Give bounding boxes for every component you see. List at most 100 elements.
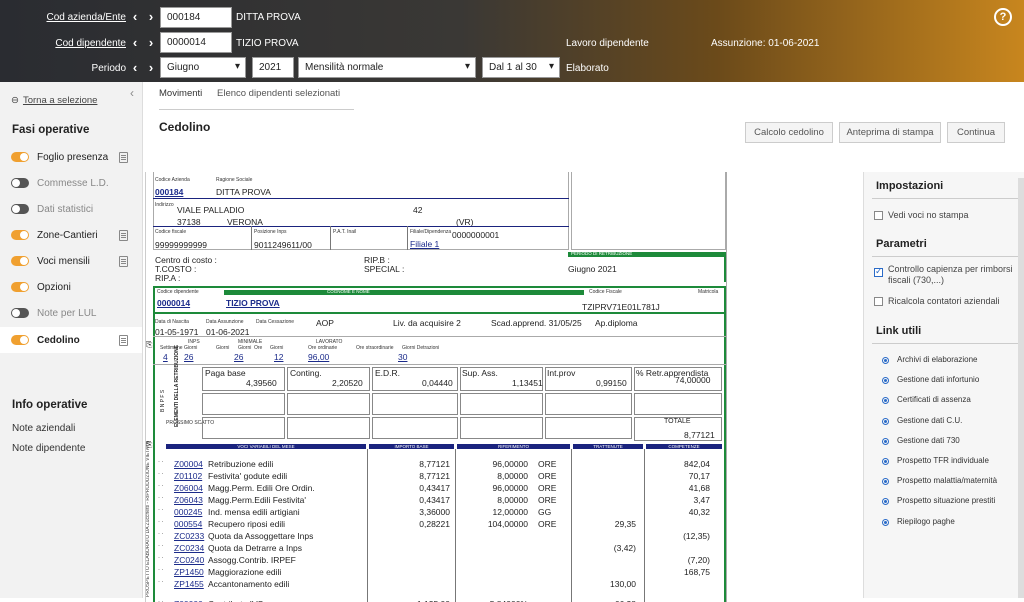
info-operative-title: Info operative	[12, 399, 88, 411]
sidebar-item-foglio-presenza[interactable]: Foglio presenza	[0, 144, 142, 170]
calcolo-cedolino-button[interactable]: Calcolo cedolino	[745, 122, 833, 143]
sidebar-item-commesse[interactable]: Commesse L.D.	[0, 170, 142, 196]
voce-importo: 8,77121	[419, 471, 450, 481]
copy-icon[interactable]: ⎘	[146, 440, 152, 450]
sidebar-item-note-lul[interactable]: Note per LUL	[0, 300, 142, 326]
n-ore-lav: 96,00	[308, 352, 330, 362]
link-item[interactable]: Gestione dati infortunio	[897, 375, 979, 384]
voce-code[interactable]: Z00004	[174, 459, 203, 469]
sidebar-item-label: Cedolino	[37, 334, 80, 346]
divider	[724, 252, 726, 282]
link-item[interactable]: Prospetto malattia/maternità	[897, 476, 997, 485]
link-item[interactable]: Prospetto situazione prestiti	[897, 496, 995, 505]
chevron-left-icon[interactable]: ‹	[130, 9, 140, 24]
voce-riferimento: 96,00000	[492, 483, 528, 493]
anno-input[interactable]: 2021	[252, 57, 294, 78]
cod-azienda-input[interactable]: 000184	[160, 7, 232, 28]
link-item[interactable]: Prospetto TFR individuale	[897, 456, 989, 465]
voce-code[interactable]: ZP1450	[174, 567, 204, 577]
collapse-sidebar-icon[interactable]: ‹	[130, 86, 134, 100]
chevron-right-icon[interactable]: ›	[146, 35, 156, 50]
retr-app-value: 74,00000	[675, 375, 711, 385]
voce-code[interactable]: ZP1455	[174, 579, 204, 589]
sidebar-item-opzioni[interactable]: Opzioni	[0, 274, 142, 300]
link-item[interactable]: Riepilogo paghe	[897, 517, 955, 526]
tab-elenco-dipendenti[interactable]: Elenco dipendenti selezionati	[217, 88, 340, 99]
cod-dipendente-input[interactable]: 0000014	[160, 32, 232, 53]
info-item-note-aziendali[interactable]: Note aziendali	[12, 423, 75, 434]
chevron-right-icon[interactable]: ›	[146, 60, 156, 75]
anteprima-stampa-button[interactable]: Anteprima di stampa	[839, 122, 941, 143]
voce-desc: Quota da Assoggettare Inps	[208, 531, 314, 541]
toggle-on-icon[interactable]	[11, 256, 29, 266]
toggle-off-icon[interactable]	[11, 204, 29, 214]
document-icon[interactable]	[119, 255, 128, 267]
giorni-select[interactable]: Dal 1 al 30	[482, 57, 560, 78]
voce-code[interactable]: 000554	[174, 519, 202, 529]
assunzione-info: Assunzione: 01-06-2021	[711, 38, 820, 49]
copy-icon[interactable]: ⎘	[146, 340, 152, 350]
voce-code[interactable]: Z06004	[174, 483, 203, 493]
scrollbar[interactable]	[1018, 178, 1024, 598]
periodo-value: Giugno 2021	[568, 264, 617, 274]
voce-code[interactable]: ZC0233	[174, 531, 204, 541]
link-item[interactable]: Certificati di assenza	[897, 395, 971, 404]
divider	[153, 364, 726, 365]
document-icon[interactable]	[119, 151, 128, 163]
continua-button[interactable]: Continua	[947, 122, 1005, 143]
cod-dipendente-label[interactable]: Cod dipendente	[40, 38, 126, 49]
civico-value: 42	[413, 205, 423, 215]
lbl-filiale: Filiale/Dipendenza	[410, 229, 452, 235]
voce-riferimento: 104,00000	[487, 519, 528, 529]
tab-movimenti[interactable]: Movimenti	[159, 88, 202, 99]
toggle-off-icon[interactable]	[11, 308, 29, 318]
back-link[interactable]: ⊖ Torna a selezione	[11, 95, 97, 106]
voce-desc: Ind. mensa edili artigiani	[208, 507, 300, 517]
voce-code[interactable]: ZC0240	[174, 555, 204, 565]
divider	[330, 226, 331, 250]
watermark-text: PROSPETTO ELABORATO DA Zucchetti - RIPRO…	[145, 441, 151, 597]
divider	[872, 343, 1018, 344]
sidebar-item-voci-mensili[interactable]: Voci mensili	[0, 248, 142, 274]
lbl-giorni-detr: Giorni Detrazioni	[402, 345, 440, 351]
toggle-on-icon[interactable]	[11, 335, 29, 345]
toggle-on-icon[interactable]	[11, 230, 29, 240]
link-item[interactable]: Gestione dati 730	[897, 436, 960, 445]
sidebar-item-dati-statistici[interactable]: Dati statistici	[0, 196, 142, 222]
info-item-note-dipendente[interactable]: Note dipendente	[12, 443, 85, 454]
controllo-capienza-checkbox[interactable]	[874, 266, 883, 277]
voce-desc: Recupero riposi edili	[208, 519, 286, 529]
toggle-off-icon[interactable]	[11, 178, 29, 188]
voce-code[interactable]: ZC0234	[174, 543, 204, 553]
filiale-link[interactable]: Filiale 1	[410, 239, 439, 249]
mese-select[interactable]: Giugno	[160, 57, 246, 78]
voce-code[interactable]: Z01102	[174, 471, 202, 481]
chevron-left-icon[interactable]: ‹	[130, 35, 140, 50]
back-arrow-icon: ⊖	[11, 95, 19, 106]
mensilita-select[interactable]: Mensilità normale	[298, 57, 476, 78]
impostazioni-title: Impostazioni	[876, 180, 944, 192]
toggle-on-icon[interactable]	[11, 152, 29, 162]
ricalcola-checkbox[interactable]	[874, 297, 883, 306]
document-icon[interactable]	[119, 334, 128, 346]
voce-code[interactable]: Z06043	[174, 495, 203, 505]
toggle-on-icon[interactable]	[11, 282, 29, 292]
chevron-left-icon[interactable]: ‹	[130, 60, 140, 75]
vedi-voci-checkbox[interactable]	[874, 211, 883, 220]
page-title: Cedolino	[159, 120, 211, 134]
sidebar-item-zone-cantieri[interactable]: Zone-Cantieri	[0, 222, 142, 248]
divider	[153, 336, 726, 337]
voce-desc: Quota da Detrarre a Inps	[208, 543, 303, 553]
sidebar-item-cedolino[interactable]: Cedolino	[0, 327, 142, 353]
help-icon[interactable]: ?	[994, 8, 1012, 26]
lbl-ore-lav: Ore ordinarie	[308, 345, 338, 351]
conting-value: 2,20520	[332, 378, 363, 388]
chevron-right-icon[interactable]: ›	[146, 9, 156, 24]
link-item[interactable]: Gestione dati C.U.	[897, 416, 962, 425]
sidebar-item-label: Foglio presenza	[37, 151, 109, 163]
voce-importo: 3,36000	[419, 507, 450, 517]
cod-azienda-label[interactable]: Cod azienda/Ente	[40, 12, 126, 23]
document-icon[interactable]	[119, 229, 128, 241]
voce-code[interactable]: 000245	[174, 507, 202, 517]
link-item[interactable]: Archivi di elaborazione	[897, 355, 978, 364]
